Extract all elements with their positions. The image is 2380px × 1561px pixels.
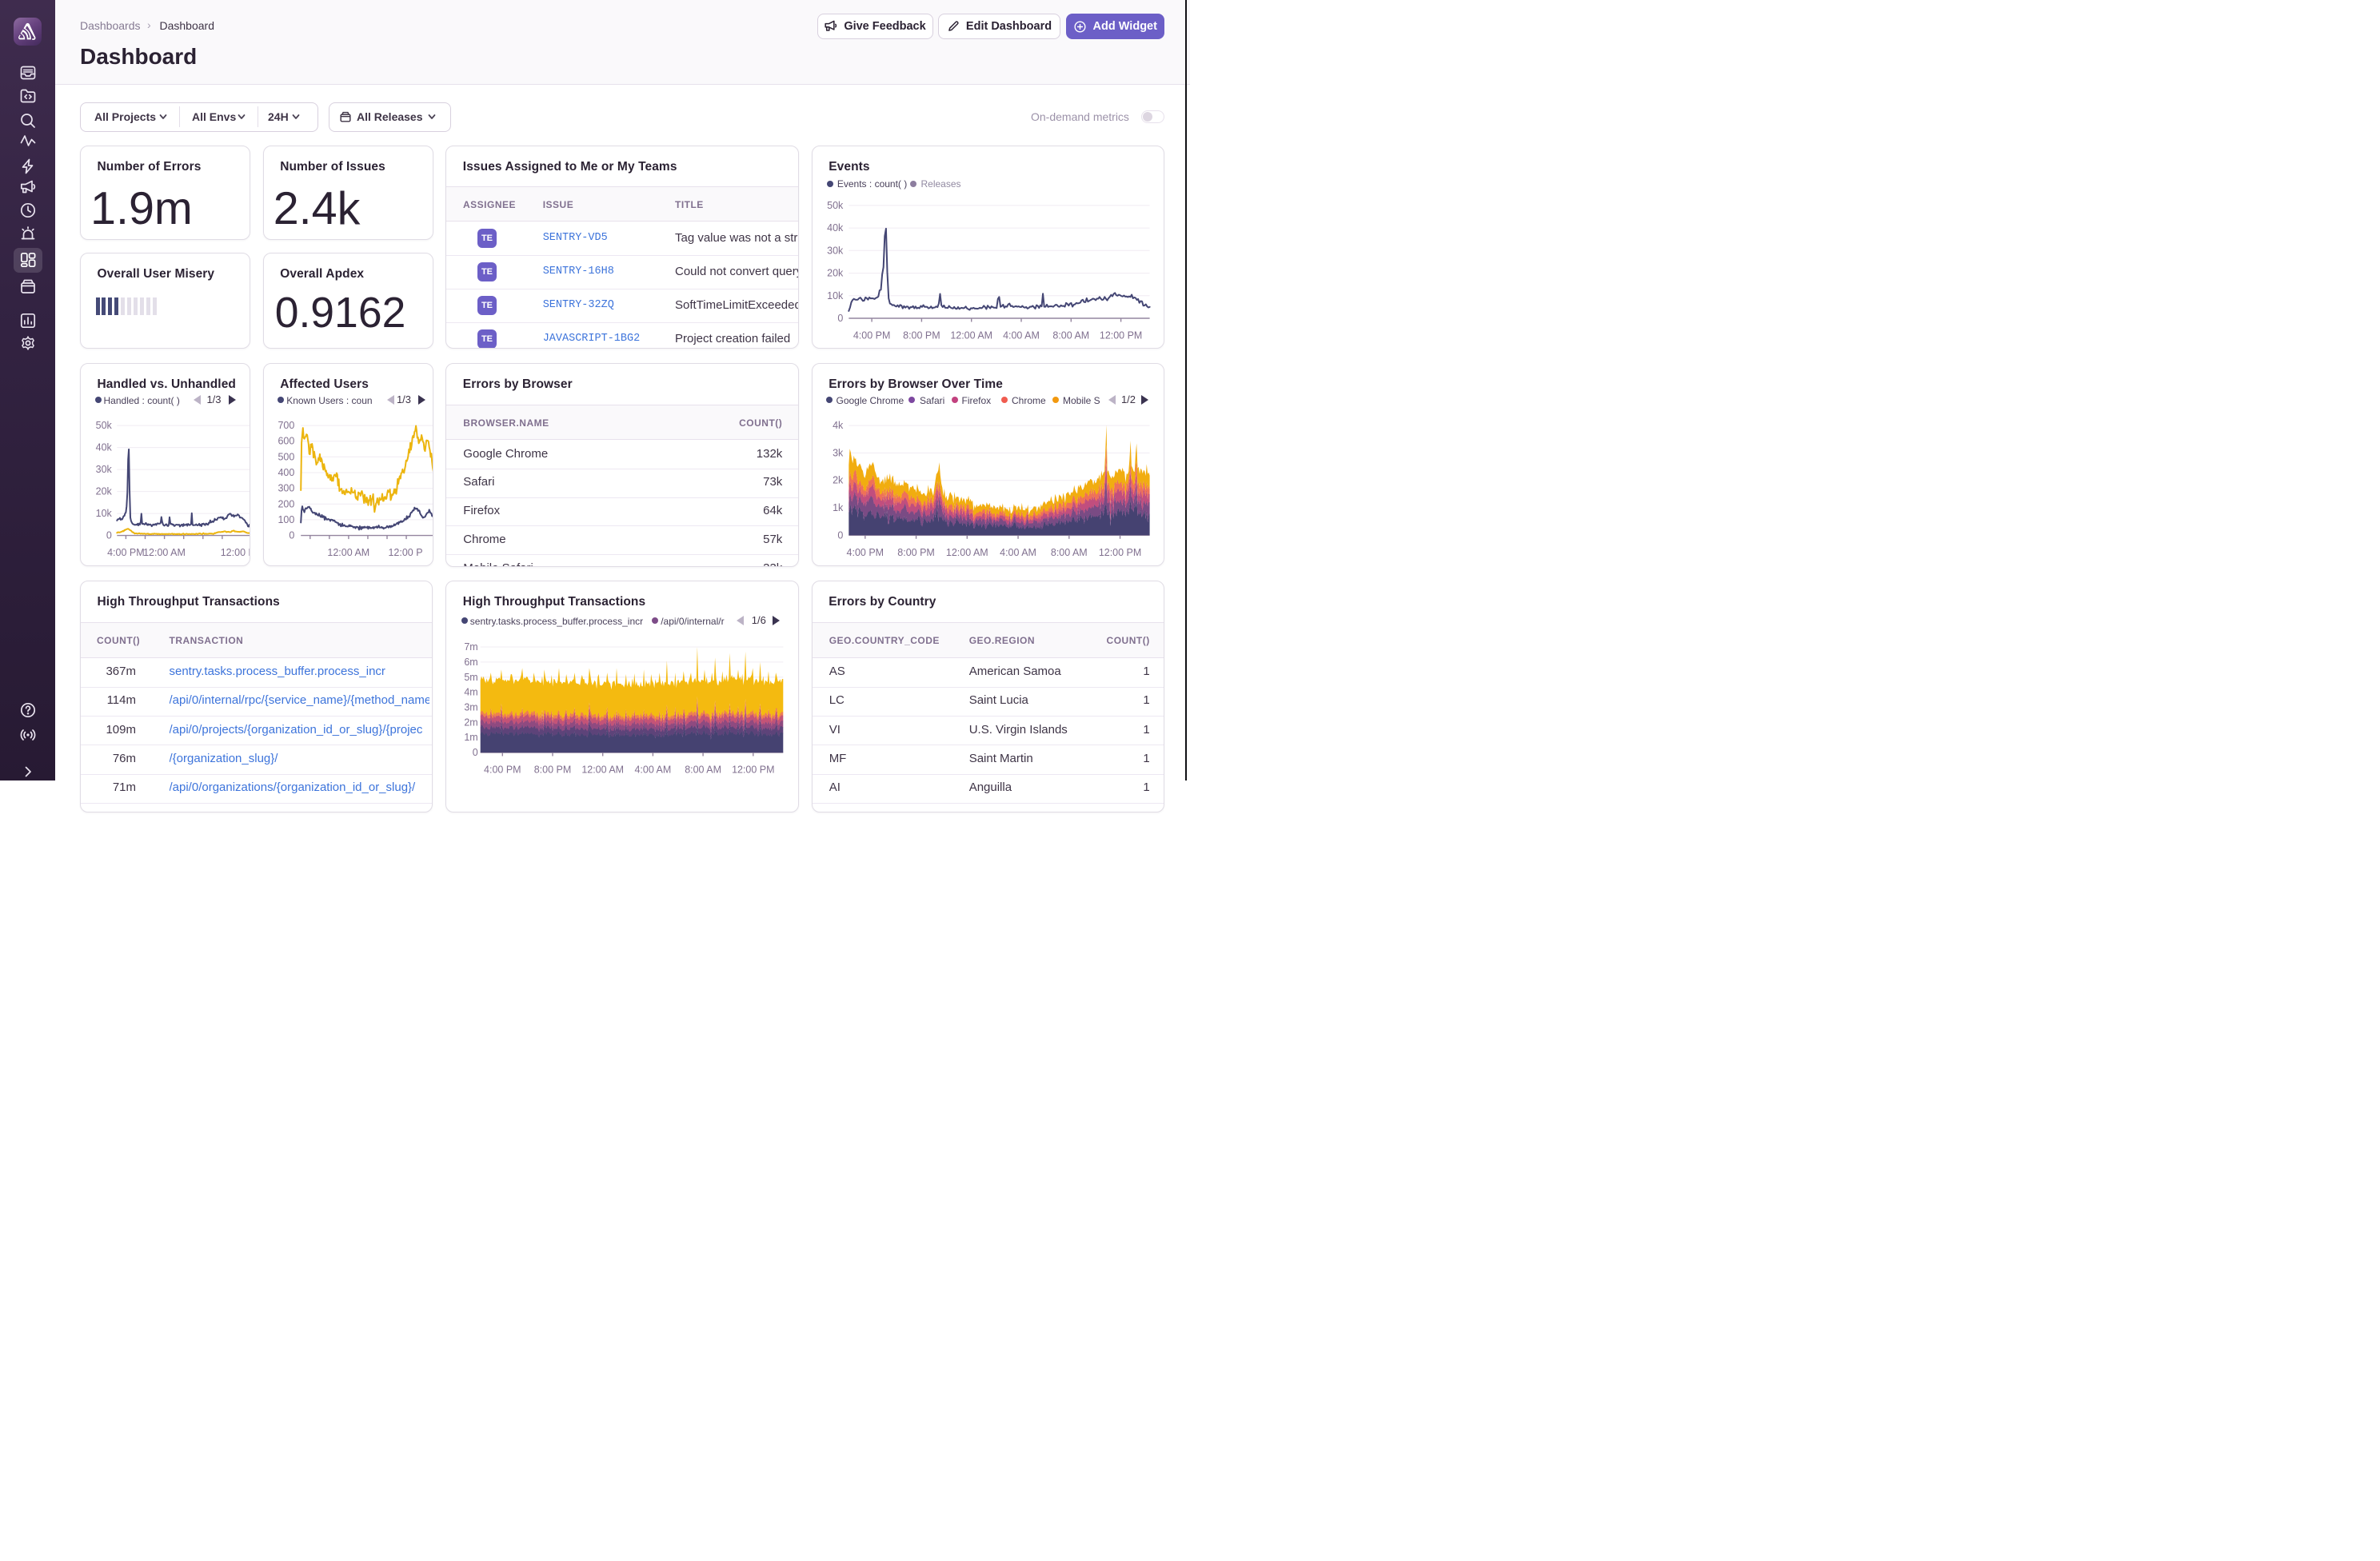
svg-text:20k: 20k <box>827 268 844 279</box>
svg-text:12:00 PM: 12:00 PM <box>221 547 250 558</box>
svg-text:7m: 7m <box>465 641 478 653</box>
svg-text:8:00 PM: 8:00 PM <box>534 764 572 775</box>
svg-text:50k: 50k <box>827 200 844 211</box>
svg-text:4m: 4m <box>465 687 478 698</box>
svg-text:8:00 PM: 8:00 PM <box>903 329 940 341</box>
svg-text:12:00 PM: 12:00 PM <box>732 764 774 775</box>
svg-text:300: 300 <box>278 483 294 494</box>
svg-text:10k: 10k <box>827 290 844 301</box>
svg-text:4:00 PM: 4:00 PM <box>107 547 145 558</box>
svg-text:4:00 AM: 4:00 AM <box>1003 329 1040 341</box>
svg-text:4:00 PM: 4:00 PM <box>846 547 884 558</box>
svg-text:4:00 PM: 4:00 PM <box>853 329 891 341</box>
svg-text:4:00 AM: 4:00 AM <box>635 764 672 775</box>
svg-text:600: 600 <box>278 436 294 447</box>
svg-text:0: 0 <box>289 530 294 541</box>
svg-text:20k: 20k <box>96 486 113 497</box>
svg-text:12:00 AM: 12:00 AM <box>950 329 992 341</box>
svg-text:700: 700 <box>278 420 294 431</box>
svg-text:1k: 1k <box>833 502 844 513</box>
svg-text:5m: 5m <box>465 672 478 683</box>
svg-text:12:00 P: 12:00 P <box>388 547 422 558</box>
svg-text:1m: 1m <box>465 732 478 743</box>
svg-text:10k: 10k <box>96 508 113 519</box>
svg-text:4:00 AM: 4:00 AM <box>1000 547 1036 558</box>
svg-text:0: 0 <box>473 747 478 758</box>
svg-text:12:00 AM: 12:00 AM <box>143 547 186 558</box>
svg-text:100: 100 <box>278 514 294 525</box>
svg-text:4k: 4k <box>833 420 844 431</box>
svg-text:3k: 3k <box>833 447 844 458</box>
svg-text:2k: 2k <box>833 475 844 486</box>
svg-text:200: 200 <box>278 498 294 509</box>
svg-text:8:00 PM: 8:00 PM <box>897 547 935 558</box>
svg-text:8:00 AM: 8:00 AM <box>685 764 721 775</box>
svg-text:0: 0 <box>106 530 112 541</box>
svg-text:6m: 6m <box>465 657 478 668</box>
svg-text:30k: 30k <box>96 464 113 475</box>
svg-text:12:00 AM: 12:00 AM <box>327 547 369 558</box>
svg-text:12:00 PM: 12:00 PM <box>1099 547 1141 558</box>
svg-text:40k: 40k <box>827 222 844 234</box>
svg-text:2m: 2m <box>465 717 478 728</box>
svg-text:8:00 AM: 8:00 AM <box>1052 329 1089 341</box>
svg-text:3m: 3m <box>465 701 478 713</box>
svg-text:400: 400 <box>278 467 294 478</box>
svg-text:30k: 30k <box>827 245 844 256</box>
svg-text:4:00 PM: 4:00 PM <box>484 764 521 775</box>
svg-text:0: 0 <box>837 313 843 324</box>
svg-text:0: 0 <box>837 529 843 541</box>
svg-text:12:00 AM: 12:00 AM <box>946 547 988 558</box>
svg-text:12:00 AM: 12:00 AM <box>582 764 625 775</box>
svg-text:50k: 50k <box>96 420 113 431</box>
svg-text:8:00 AM: 8:00 AM <box>1051 547 1088 558</box>
svg-text:12:00 PM: 12:00 PM <box>1100 329 1142 341</box>
svg-text:500: 500 <box>278 451 294 462</box>
svg-text:40k: 40k <box>96 442 113 453</box>
